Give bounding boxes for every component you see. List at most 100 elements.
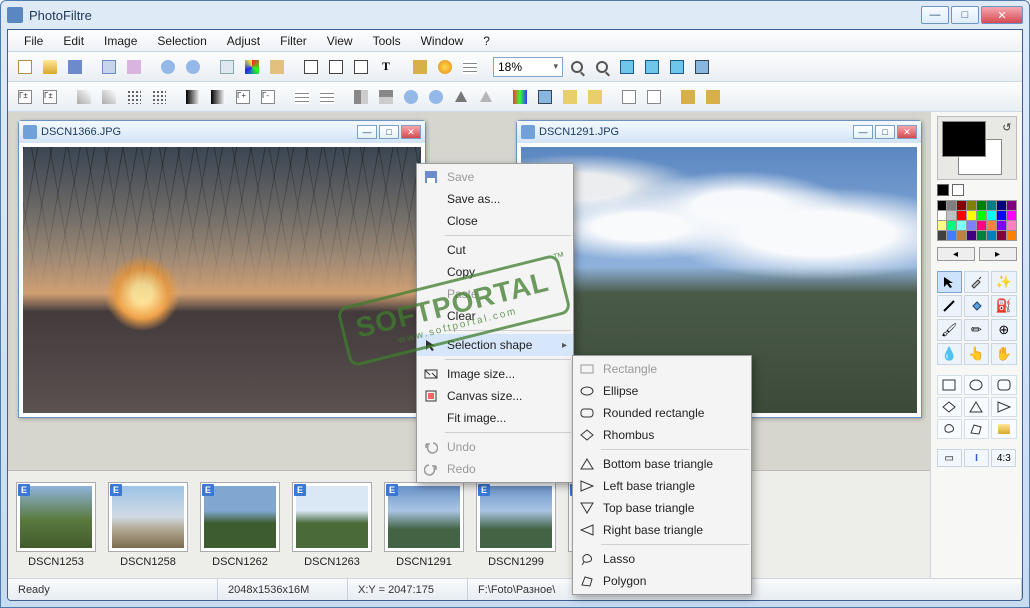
menu-item-fit-image-[interactable]: Fit image...	[417, 407, 573, 429]
mini-fg[interactable]	[937, 184, 949, 196]
fit-window-button[interactable]	[616, 56, 638, 78]
shape-ellipse[interactable]	[964, 375, 989, 395]
wand-plus-button[interactable]	[73, 86, 95, 108]
shape-open[interactable]	[991, 419, 1016, 439]
fullscreen-button[interactable]	[666, 56, 688, 78]
zoom-out-button[interactable]	[591, 56, 613, 78]
paste-button[interactable]	[266, 56, 288, 78]
doc2-button[interactable]	[643, 86, 665, 108]
color-swatch[interactable]	[1007, 201, 1016, 210]
tool-spray[interactable]: ⛽	[991, 295, 1016, 317]
mini-bg[interactable]	[952, 184, 964, 196]
color-swatch[interactable]	[987, 201, 996, 210]
tool-wand[interactable]: ✨	[991, 271, 1016, 293]
imagesize-button[interactable]	[300, 56, 322, 78]
shape-lasso[interactable]	[937, 419, 962, 439]
thumb-DSCN1253[interactable]: EDSCN1253	[14, 482, 98, 568]
menu-item-bottom-base-triangle[interactable]: Bottom base triangle	[573, 453, 751, 475]
checker1-button[interactable]	[291, 86, 313, 108]
menu-item-lasso[interactable]: Lasso	[573, 548, 751, 570]
sel-opt-ratio[interactable]: 4:3	[991, 449, 1016, 467]
menu-item-top-base-triangle[interactable]: Top base triangle	[573, 497, 751, 519]
undo-button[interactable]	[157, 56, 179, 78]
sel-opt-caret[interactable]: I	[964, 449, 989, 467]
doc1-button[interactable]	[618, 86, 640, 108]
canvassize-button[interactable]	[325, 56, 347, 78]
shape-rhombus[interactable]	[937, 397, 962, 417]
copy-button[interactable]	[216, 56, 238, 78]
rgb-button[interactable]	[241, 56, 263, 78]
fx2-button[interactable]	[584, 86, 606, 108]
actual-size-button[interactable]	[641, 56, 663, 78]
color-swatch[interactable]	[977, 221, 986, 230]
color-swatch[interactable]	[967, 201, 976, 210]
color-swatch[interactable]	[997, 231, 1006, 240]
auto-contrast-button[interactable]: Γ±	[39, 86, 61, 108]
thumb-DSCN1263[interactable]: EDSCN1263	[290, 482, 374, 568]
color-swatch[interactable]	[957, 221, 966, 230]
shape-triangle-left[interactable]	[991, 397, 1016, 417]
tool-eyedropper[interactable]	[964, 271, 989, 293]
color-swatch[interactable]	[977, 211, 986, 220]
menu-tools[interactable]: Tools	[363, 31, 411, 51]
color-grid[interactable]	[937, 200, 1017, 241]
menu-item-cut[interactable]: Cut	[417, 239, 573, 261]
color-swatch[interactable]	[938, 211, 947, 220]
child-max-1[interactable]: □	[379, 125, 399, 139]
swap-colors-icon[interactable]: ↺	[1002, 121, 1011, 134]
menu-help[interactable]: ?	[473, 31, 500, 51]
child-min-1[interactable]: —	[357, 125, 377, 139]
tool-stamp[interactable]: ⊕	[991, 319, 1016, 341]
color-swatch[interactable]	[947, 211, 956, 220]
tool-advbrush[interactable]: ✏	[964, 319, 989, 341]
color-swatch[interactable]	[987, 221, 996, 230]
child-close-1[interactable]: ✕	[401, 125, 421, 139]
color-swatch[interactable]	[947, 221, 956, 230]
export2-button[interactable]	[702, 86, 724, 108]
menu-edit[interactable]: Edit	[53, 31, 94, 51]
child-window-1[interactable]: DSCN1366.JPG — □ ✕	[18, 120, 426, 418]
color-swatch[interactable]	[987, 231, 996, 240]
presentation-button[interactable]	[691, 56, 713, 78]
context-menu[interactable]: SaveSave as...CloseCutCopyPasteClearSele…	[416, 163, 574, 483]
menu-item-close[interactable]: Close	[417, 210, 573, 232]
color-swatch[interactable]	[957, 231, 966, 240]
export1-button[interactable]	[677, 86, 699, 108]
tool-line[interactable]	[937, 295, 962, 317]
tool-fill[interactable]	[964, 295, 989, 317]
child-max-2[interactable]: □	[875, 125, 895, 139]
gamma-minus-button[interactable]: Γ-	[257, 86, 279, 108]
zoom-select[interactable]: 18%	[493, 57, 563, 77]
checker2-button[interactable]	[316, 86, 338, 108]
color-swatch[interactable]	[957, 201, 966, 210]
palette-button[interactable]	[509, 86, 531, 108]
menu-item-selection-shape[interactable]: Selection shape▸	[417, 334, 573, 356]
dots-plus-button[interactable]	[123, 86, 145, 108]
color-swatch[interactable]	[1007, 211, 1016, 220]
tool-smudge[interactable]: 👆	[964, 343, 989, 365]
print-button[interactable]	[98, 56, 120, 78]
grid-button[interactable]	[459, 56, 481, 78]
menu-item-right-base-triangle[interactable]: Right base triangle	[573, 519, 751, 541]
rotate-ccw-button[interactable]	[400, 86, 422, 108]
new-button[interactable]	[14, 56, 36, 78]
menu-adjust[interactable]: Adjust	[217, 31, 270, 51]
color-swatch[interactable]	[997, 201, 1006, 210]
menu-image[interactable]: Image	[94, 31, 147, 51]
shape-rect[interactable]	[937, 375, 962, 395]
open-button[interactable]	[39, 56, 61, 78]
color-swatch[interactable]	[938, 201, 947, 210]
child-min-2[interactable]: —	[853, 125, 873, 139]
tool-brush[interactable]: 🖌	[937, 319, 962, 341]
menu-item-polygon[interactable]: Polygon	[573, 570, 751, 592]
wand-minus-button[interactable]	[98, 86, 120, 108]
menu-view[interactable]: View	[317, 31, 363, 51]
shape-polygon[interactable]	[964, 419, 989, 439]
maximize-button[interactable]: □	[951, 6, 979, 24]
monitor-button[interactable]	[534, 86, 556, 108]
color-swatch[interactable]	[938, 231, 947, 240]
blur-button[interactable]	[475, 86, 497, 108]
effects-button[interactable]	[434, 56, 456, 78]
context-submenu-selection-shape[interactable]: RectangleEllipseRounded rectangleRhombus…	[572, 355, 752, 595]
auto-levels-button[interactable]: Γ±	[14, 86, 36, 108]
